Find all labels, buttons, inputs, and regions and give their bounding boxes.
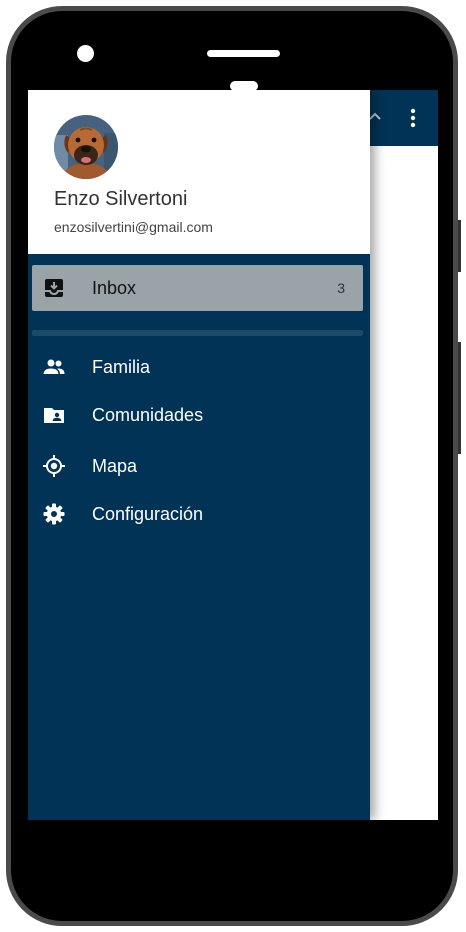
- user-email: enzosilvertini@gmail.com: [54, 219, 213, 235]
- location-target-icon: [42, 454, 66, 478]
- divider: [32, 330, 363, 336]
- front-camera: [77, 45, 94, 62]
- nav-item-label: Mapa: [92, 455, 138, 476]
- inbox-icon: [42, 276, 66, 300]
- nav-item-inbox[interactable]: Inbox 3: [32, 265, 363, 311]
- nav-item-label: Inbox: [92, 277, 137, 298]
- user-name: Enzo Silvertoni: [54, 188, 188, 210]
- power-button: [458, 342, 461, 454]
- nav-item-comunidades[interactable]: Comunidades: [32, 392, 363, 438]
- phone-screen: Enzo Silvertoni enzosilvertini@gmail.com…: [28, 90, 438, 820]
- nav-item-label: Comunidades: [92, 404, 204, 425]
- nav-item-label: Configuración: [92, 503, 204, 524]
- people-icon: [42, 355, 66, 379]
- page: Enzo Silvertoni enzosilvertini@gmail.com…: [0, 0, 466, 932]
- nav-item-familia[interactable]: Familia: [32, 344, 363, 390]
- navigation-drawer: Enzo Silvertoni enzosilvertini@gmail.com…: [28, 90, 370, 820]
- earpiece-speaker: [207, 50, 280, 57]
- more-vert-icon[interactable]: [401, 104, 425, 132]
- gear-icon: [42, 502, 66, 526]
- nav-item-configuracion[interactable]: Configuración: [32, 491, 363, 537]
- drawer-header: Enzo Silvertoni enzosilvertini@gmail.com: [28, 90, 370, 254]
- avatar[interactable]: [54, 115, 118, 179]
- nav-item-label: Familia: [92, 356, 151, 377]
- unread-count-badge: 3: [337, 280, 345, 296]
- volume-button: [458, 220, 461, 272]
- folder-shared-icon: [42, 403, 66, 427]
- nav-item-mapa[interactable]: Mapa: [32, 443, 363, 489]
